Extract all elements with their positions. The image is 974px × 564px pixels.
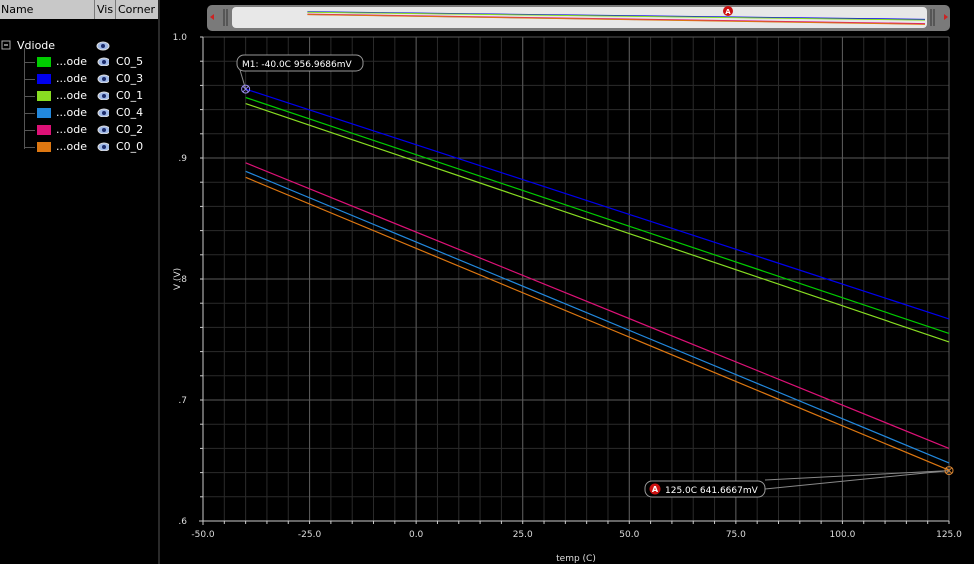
- x-tick-label: 125.0: [936, 530, 962, 540]
- y-tick-label: .9: [178, 154, 187, 164]
- x-axis-label: temp (C): [556, 554, 596, 564]
- y-axis-label: V (V): [173, 268, 183, 290]
- x-tick-label: 0.0: [409, 530, 424, 540]
- x-tick-label: 100.0: [830, 530, 856, 540]
- x-tick-label: -25.0: [298, 530, 322, 540]
- marker-a-badge-label: A: [652, 485, 659, 494]
- overview-window[interactable]: [232, 7, 927, 28]
- y-tick-label: .6: [178, 517, 187, 527]
- marker-a-label: 125.0C 641.6667mV: [665, 486, 759, 496]
- x-tick-label: 75.0: [726, 530, 746, 540]
- y-tick-label: 1.0: [173, 33, 188, 43]
- x-tick-label: -50.0: [191, 530, 215, 540]
- y-tick-label: .7: [178, 396, 187, 406]
- waveform-plot: -50.0 -25.0 0.0 25.0 50.0 75.0 100.0 125.0 .6 .7.…: [173, 5, 966, 564]
- overview-right-gap: [950, 7, 966, 28]
- overview-marker-a-label: A: [725, 8, 731, 16]
- marker-m1-label: M1: -40.0C 956.9686mV: [242, 60, 353, 70]
- x-tick-label: 50.0: [619, 530, 639, 540]
- x-tick-label: 25.0: [513, 530, 533, 540]
